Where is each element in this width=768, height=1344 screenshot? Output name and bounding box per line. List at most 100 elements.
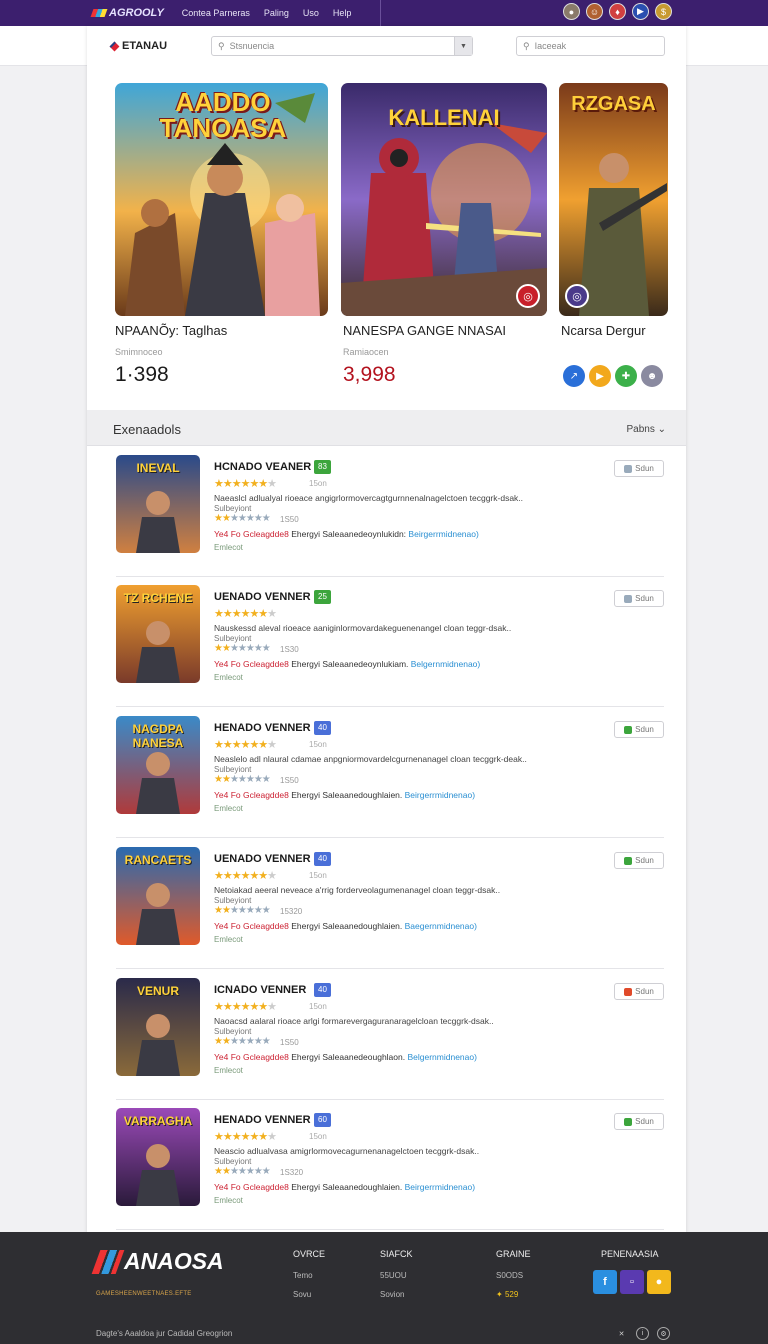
chevron-down-icon: ⌄: [657, 424, 666, 435]
game-title[interactable]: HCNADO VEANER: [214, 461, 311, 473]
game-title[interactable]: UENADO VENNER: [214, 853, 311, 865]
game-description: Neascio adlualvasa amigrlormovecagurnena…: [214, 1146, 480, 1156]
game-thumbnail[interactable]: VARRAGHA: [116, 1108, 200, 1206]
save-button[interactable]: Sdun: [614, 590, 664, 607]
footer-heading: PENENAASIA: [601, 1249, 659, 1259]
game-footer-note: Emlecot: [214, 935, 243, 944]
tools-icon[interactable]: ✕: [615, 1327, 628, 1340]
game-description: Naoacsd aalaral rioace arlgi formareverg…: [214, 1016, 494, 1026]
record-icon[interactable]: ●: [647, 1270, 671, 1294]
featured-card-3[interactable]: RZGASA ◎ Ncarsa Dergur ↗ ▶ ✚ ☻: [559, 83, 668, 387]
game-thumbnail[interactable]: RANCAETS: [116, 847, 200, 945]
featured-title[interactable]: NANESPA GANGE NNASAI: [343, 323, 506, 338]
save-button[interactable]: Sdun: [614, 1113, 664, 1130]
dropdown-chevron-icon[interactable]: ▼: [454, 37, 472, 55]
footer-column-3: GRAINE S0ODS ✦ 529: [496, 1249, 531, 1309]
info-icon[interactable]: i: [636, 1327, 649, 1340]
flag-icon[interactable]: ▶: [632, 3, 649, 20]
game-subtitle: Sulbeyiont: [214, 1157, 252, 1166]
search-icon: ⚲: [218, 40, 225, 51]
meta-link[interactable]: Baegernmidnenao): [405, 921, 477, 931]
featured-title[interactable]: NPAANÕy: Taglhas: [115, 323, 227, 338]
nav-link-1[interactable]: Contea Parneras: [182, 8, 250, 18]
featured-art-title: RZGASA: [571, 93, 656, 115]
search-bar: ETANAU ⚲ Stsnuencia ▼ ⚲ Iaceeak: [87, 26, 686, 66]
rating-label: 15on: [309, 479, 327, 488]
list-item[interactable]: VENUR ICNADO VENNER 40 ★★★★★★★ 15on Naoacsd a…: [116, 969, 664, 1100]
game-thumbnail[interactable]: INEVAL: [116, 455, 200, 553]
game-thumbnail[interactable]: VENUR: [116, 978, 200, 1076]
game-thumbnail[interactable]: TZ RCHENE: [116, 585, 200, 683]
notification-icon[interactable]: ♦: [609, 3, 626, 20]
meta-link[interactable]: Beirgerrmidnenao): [405, 1182, 475, 1192]
footer-link[interactable]: Sovion: [380, 1290, 413, 1299]
list-item[interactable]: NAGDPA NANESA HENADO VENNER 40 ★★★★★★★ 15on N…: [116, 707, 664, 838]
game-title[interactable]: HENADO VENNER: [214, 1114, 311, 1126]
save-button[interactable]: Sdun: [614, 460, 664, 477]
nav-link-3[interactable]: Uso: [303, 8, 319, 18]
meta-link[interactable]: Beirgerrmidnenao): [408, 529, 478, 539]
platform-orange-icon[interactable]: ▶: [589, 365, 611, 387]
game-subtitle: Sulbeyiont: [214, 504, 252, 513]
list-item[interactable]: RANCAETS UENADO VENNER 40 ★★★★★★★ 15on Netoia…: [116, 838, 664, 969]
meta-price: Ye4 Fo Gcleagdde8: [214, 921, 289, 931]
secondary-rating-stars: ★★★★★★★: [214, 643, 271, 654]
platform-green-icon[interactable]: ✚: [615, 365, 637, 387]
score-value: 25: [318, 592, 327, 601]
game-title[interactable]: HENADO VENNER: [214, 722, 311, 734]
meta-link[interactable]: Beirgerrmidnenao): [405, 790, 475, 800]
nav-link-help[interactable]: Help: [333, 8, 352, 18]
footer-logo[interactable]: ANAOSA: [91, 1248, 224, 1275]
secondary-search-input[interactable]: ⚲ Iaceeak: [516, 36, 665, 56]
nav-link-2[interactable]: Paling: [264, 8, 289, 18]
section-header: Exenaadols Pabns ⌄: [87, 410, 686, 446]
sort-dropdown[interactable]: Pabns ⌄: [626, 424, 666, 435]
featured-art[interactable]: RZGASA ◎: [559, 83, 668, 316]
featured-card-1[interactable]: AADDO TANOASA NPAANÕy: Taglhas Smimnoceo…: [115, 83, 328, 386]
game-meta: Ye4 Fo Gcleagdde8 Ehergyi Saleaanedeoynl…: [214, 529, 479, 539]
footer-link[interactable]: Temo: [293, 1271, 325, 1280]
game-title[interactable]: ICNADO VENNER: [214, 984, 306, 996]
facebook-icon[interactable]: f: [593, 1270, 617, 1294]
score-value: 40: [318, 723, 327, 732]
secondary-rating-stars: ★★★★★★★: [214, 1166, 271, 1177]
footer-heading: OVRCE: [293, 1249, 326, 1259]
coin-icon[interactable]: $: [655, 3, 672, 20]
meta-link[interactable]: Belgernmidnenao): [411, 659, 480, 669]
footer-link[interactable]: S0ODS: [496, 1271, 531, 1280]
nav-icons: ● ☺ ♦ ▶ $: [563, 3, 672, 20]
list-item[interactable]: TZ RCHENE UENADO VENNER 25 ★★★★★★★ Nauskessd…: [116, 576, 664, 707]
list-item[interactable]: INEVAL HCNADO VEANER 83 ★★★★★★★ 15on Naeaslcl…: [116, 446, 664, 577]
game-title[interactable]: UENADO VENNER: [214, 591, 311, 603]
save-button[interactable]: Sdun: [614, 721, 664, 738]
score-badge: 25: [314, 590, 331, 604]
game-meta: Ye4 Fo Gcleagdde8 Ehergyi Saleaanedeough…: [214, 1052, 477, 1062]
save-button[interactable]: Sdun: [614, 983, 664, 1000]
rating-stars: ★★★★★★★: [214, 478, 277, 490]
footer-link[interactable]: Sovu: [293, 1290, 325, 1299]
avatar-icon[interactable]: ●: [563, 3, 580, 20]
score-value: 40: [318, 985, 327, 994]
settings-icon[interactable]: ⚙: [657, 1327, 670, 1340]
site-logo[interactable]: ETANAU: [109, 40, 211, 52]
square-icon[interactable]: ▫: [620, 1270, 644, 1294]
brand-logo[interactable]: AGROOLY: [90, 7, 164, 19]
game-description: Neaslelo adl nlaural cdamae anpgniormova…: [214, 754, 527, 764]
save-button[interactable]: Sdun: [614, 852, 664, 869]
footer-link[interactable]: 55UOU: [380, 1271, 413, 1280]
featured-card-2[interactable]: KALLENAI ◎ NANESPA GANGE NNASAI Ramiaoce…: [341, 83, 547, 386]
score-value: 60: [318, 1115, 327, 1124]
platform-blue-icon[interactable]: ↗: [563, 365, 585, 387]
search-input[interactable]: ⚲ Stsnuencia ▼: [211, 36, 473, 56]
platform-avatar-icon[interactable]: ☻: [641, 365, 663, 387]
game-thumbnail[interactable]: NAGDPA NANESA: [116, 716, 200, 814]
list-item[interactable]: VARRAGHA HENADO VENNER 60 ★★★★★★★ 15on Neasci…: [116, 1099, 664, 1230]
meta-text: Ehergyi Saleaanedeoynlukiam.: [291, 659, 409, 669]
footer-link[interactable]: ✦ 529: [496, 1290, 531, 1299]
footer-brand: ANAOSA: [124, 1248, 224, 1274]
user-icon[interactable]: ☺: [586, 3, 603, 20]
featured-art[interactable]: KALLENAI ◎: [341, 83, 547, 316]
meta-link[interactable]: Belgernmidnenao): [407, 1052, 476, 1062]
featured-title[interactable]: Ncarsa Dergur: [561, 323, 646, 338]
featured-art[interactable]: AADDO TANOASA: [115, 83, 328, 316]
